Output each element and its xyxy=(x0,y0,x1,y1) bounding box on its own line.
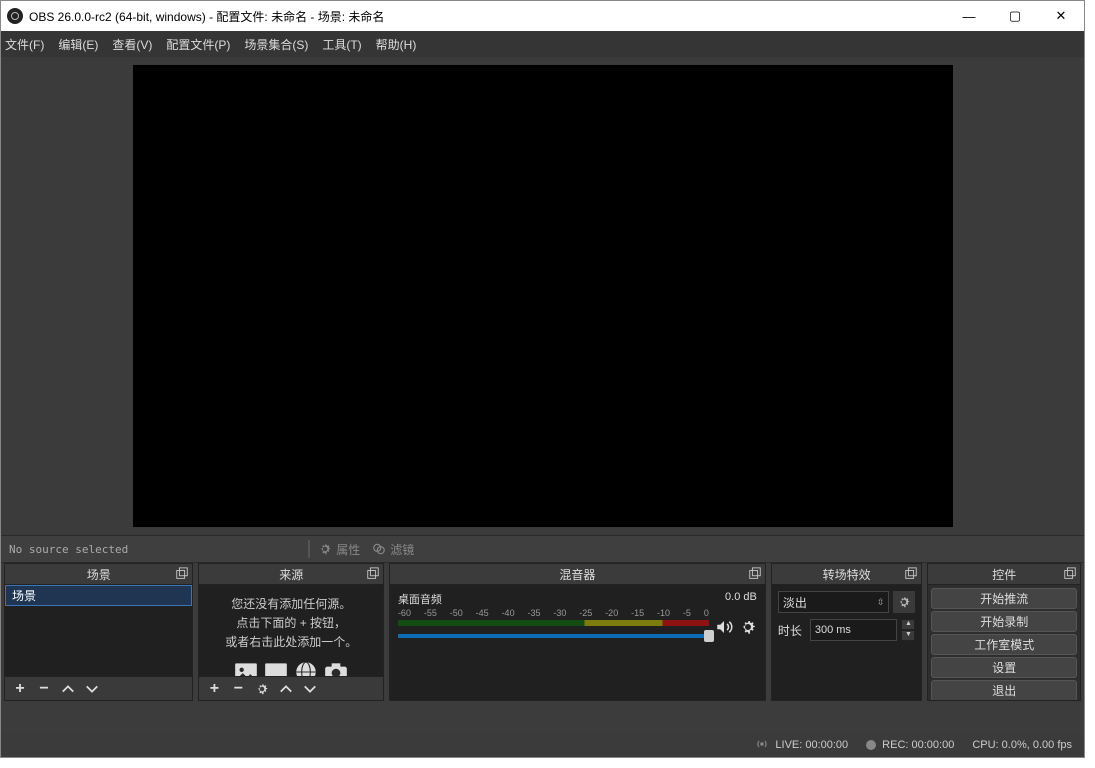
duration-spinbox[interactable]: 300 ms xyxy=(810,619,898,641)
controls-dock: 控件 开始推流 开始录制 工作室模式 设置 退出 xyxy=(927,563,1081,701)
mixer-volume-slider[interactable] xyxy=(398,634,709,638)
remove-scene-button[interactable]: − xyxy=(33,679,55,699)
transition-settings-button[interactable] xyxy=(893,591,915,613)
mixer-volume-thumb[interactable] xyxy=(704,630,714,642)
statusbar: LIVE: 00:00:00 REC: 00:00:00 CPU: 0.0%, … xyxy=(1,733,1084,757)
start-record-button[interactable]: 开始录制 xyxy=(931,611,1077,632)
settings-button[interactable]: 设置 xyxy=(931,657,1077,678)
mixer-track: 桌面音频 0.0 dB -60-55-50-45-40-35-30-25-20-… xyxy=(390,585,765,652)
gear-icon xyxy=(897,595,911,609)
live-status: LIVE: 00:00:00 xyxy=(755,737,848,754)
titlebar[interactable]: OBS 26.0.0-rc2 (64-bit, windows) - 配置文件:… xyxy=(1,1,1084,31)
scene-down-button[interactable] xyxy=(81,679,103,699)
chevron-updown-icon: ⇳ xyxy=(877,597,885,608)
cpu-status: CPU: 0.0%, 0.00 fps xyxy=(972,739,1072,751)
sources-empty-msg: 您还没有添加任何源。 点击下面的 + 按钮， 或者右击此处添加一个。 xyxy=(199,585,382,657)
exit-button[interactable]: 退出 xyxy=(931,680,1077,700)
gear-icon xyxy=(318,542,332,556)
record-dot-icon xyxy=(866,740,876,750)
menu-view[interactable]: 查看(V) xyxy=(112,36,152,53)
source-up-button[interactable] xyxy=(275,679,297,699)
preview-area[interactable] xyxy=(1,57,1084,535)
popout-icon[interactable] xyxy=(175,567,189,581)
sources-list[interactable]: 您还没有添加任何源。 点击下面的 + 按钮， 或者右击此处添加一个。 xyxy=(199,585,382,676)
scene-list[interactable]: 场景 xyxy=(5,585,192,606)
sources-header[interactable]: 来源 xyxy=(199,564,382,585)
no-source-label: No source selected xyxy=(9,543,128,556)
duration-up-button[interactable]: ▲ xyxy=(901,619,915,630)
mixer-dock: 混音器 桌面音频 0.0 dB -60-55-50-45-40-35-30-25… xyxy=(389,563,766,701)
rec-status: REC: 00:00:00 xyxy=(866,739,954,751)
remove-source-button[interactable]: − xyxy=(227,679,249,699)
window-title: OBS 26.0.0-rc2 (64-bit, windows) - 配置文件:… xyxy=(29,8,946,25)
menu-help[interactable]: 帮助(H) xyxy=(376,36,417,53)
mixer-settings-icon[interactable] xyxy=(739,618,757,636)
sources-dock: 来源 您还没有添加任何源。 点击下面的 + 按钮， 或者右击此处添加一个。 + xyxy=(198,563,383,701)
scenes-dock: 场景 场景 + − xyxy=(4,563,193,701)
studio-mode-button[interactable]: 工作室模式 xyxy=(931,634,1077,655)
toolbar-divider xyxy=(308,540,310,558)
controls-header[interactable]: 控件 xyxy=(928,564,1080,585)
filters-button[interactable]: 滤镜 xyxy=(372,541,414,558)
menu-edit[interactable]: 编辑(E) xyxy=(58,36,98,53)
minimize-button[interactable]: — xyxy=(946,1,992,31)
speaker-icon[interactable] xyxy=(715,618,733,636)
obs-logo-icon xyxy=(7,8,23,24)
mixer-meter xyxy=(398,620,709,626)
sources-toolbar: + − xyxy=(199,676,382,700)
source-down-button[interactable] xyxy=(299,679,321,699)
scene-item[interactable]: 场景 xyxy=(5,585,192,606)
transition-select[interactable]: 淡出 ⇳ xyxy=(778,591,890,613)
scene-up-button[interactable] xyxy=(57,679,79,699)
duration-down-button[interactable]: ▼ xyxy=(901,630,915,641)
browser-source-icon xyxy=(293,659,319,676)
menu-profile[interactable]: 配置文件(P) xyxy=(166,36,230,53)
properties-button[interactable]: 属性 xyxy=(318,541,360,558)
popout-icon[interactable] xyxy=(748,567,762,581)
source-type-icons xyxy=(199,659,382,676)
popout-icon[interactable] xyxy=(366,567,380,581)
start-stream-button[interactable]: 开始推流 xyxy=(931,588,1077,609)
filter-icon xyxy=(372,542,386,556)
menubar: 文件(F) 编辑(E) 查看(V) 配置文件(P) 场景集合(S) 工具(T) … xyxy=(1,31,1084,57)
maximize-button[interactable]: ▢ xyxy=(992,1,1038,31)
add-scene-button[interactable]: + xyxy=(9,679,31,699)
camera-source-icon xyxy=(323,659,349,676)
popout-icon[interactable] xyxy=(904,567,918,581)
mixer-track-db: 0.0 dB xyxy=(725,591,757,607)
transitions-dock: 转场特效 淡出 ⇳ 时长 xyxy=(771,563,923,701)
image-source-icon xyxy=(233,659,259,676)
mixer-track-name: 桌面音频 xyxy=(398,591,442,607)
source-settings-button[interactable] xyxy=(251,679,273,699)
popout-icon[interactable] xyxy=(1063,567,1077,581)
close-button[interactable]: ✕ xyxy=(1038,1,1084,31)
source-toolbar: No source selected 属性 滤镜 xyxy=(1,535,1084,563)
add-source-button[interactable]: + xyxy=(203,679,225,699)
broadcast-icon xyxy=(755,737,769,754)
preview-canvas[interactable] xyxy=(133,65,953,527)
scenes-toolbar: + − xyxy=(5,676,192,700)
menu-file[interactable]: 文件(F) xyxy=(5,36,44,53)
duration-label: 时长 xyxy=(778,622,806,639)
menu-scenecoll[interactable]: 场景集合(S) xyxy=(244,36,308,53)
menu-tools[interactable]: 工具(T) xyxy=(322,36,361,53)
transitions-header[interactable]: 转场特效 xyxy=(772,564,922,585)
scenes-header[interactable]: 场景 xyxy=(5,564,192,585)
display-source-icon xyxy=(263,659,289,676)
mixer-header[interactable]: 混音器 xyxy=(390,564,765,585)
mixer-ticks: -60-55-50-45-40-35-30-25-20-15-10-50 xyxy=(398,608,709,618)
